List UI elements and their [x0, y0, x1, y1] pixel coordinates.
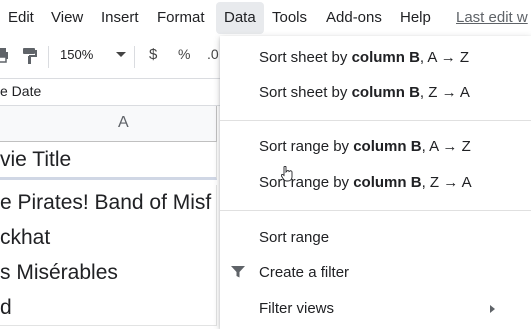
- create-filter-item[interactable]: Create a filter: [259, 264, 349, 281]
- print-icon[interactable]: [0, 47, 10, 66]
- paint-format-icon[interactable]: [22, 47, 38, 68]
- decrease-decimal-button[interactable]: .0: [207, 46, 219, 62]
- cell[interactable]: s Misérables: [0, 261, 118, 285]
- sort-range-az-item[interactable]: Sort range by column B, A → Z: [259, 138, 471, 155]
- menu-insert[interactable]: Insert: [101, 9, 139, 26]
- menu-add-ons[interactable]: Add-ons: [326, 9, 382, 26]
- cell[interactable]: ckhat: [0, 226, 50, 250]
- item-label-suffix: , A → Z: [421, 138, 471, 155]
- table-row[interactable]: ckhat: [0, 220, 217, 256]
- menu-bar: Edit View Insert Format Data Tools Add-o…: [0, 0, 531, 36]
- formula-bar-text: e Date: [0, 83, 42, 99]
- chevron-right-icon: [490, 305, 495, 313]
- table-row[interactable]: s Misérables: [0, 255, 217, 291]
- item-label-bold: column B: [351, 84, 420, 101]
- chevron-down-icon[interactable]: [116, 52, 126, 57]
- item-label-suffix: , A → Z: [419, 49, 470, 66]
- table-row[interactable]: e Pirates! Band of Misf: [0, 185, 217, 221]
- cell[interactable]: vie Title: [0, 148, 71, 172]
- table-row[interactable]: vie Title: [0, 142, 217, 180]
- menu-tools[interactable]: Tools: [272, 9, 307, 26]
- column-letter: A: [118, 114, 129, 131]
- item-label-bold: column B: [353, 174, 422, 191]
- menu-view[interactable]: View: [51, 9, 83, 26]
- zoom-select[interactable]: 150%: [60, 47, 93, 62]
- percent-format-button[interactable]: %: [178, 46, 190, 62]
- item-label-suffix: , Z → A: [419, 84, 470, 101]
- last-edit-link[interactable]: Last edit w: [456, 9, 528, 26]
- cell[interactable]: e Pirates! Band of Misf: [0, 191, 211, 215]
- sort-sheet-za-item[interactable]: Sort sheet by column B, Z → A: [259, 84, 470, 101]
- currency-format-button[interactable]: $: [149, 46, 157, 63]
- toolbar-divider: [134, 46, 135, 68]
- sort-range-item[interactable]: Sort range: [259, 229, 329, 246]
- cell[interactable]: d: [0, 296, 12, 320]
- filter-icon: [230, 265, 246, 284]
- item-label: Sort sheet by: [259, 49, 352, 66]
- menu-divider: [220, 210, 531, 211]
- filter-views-item[interactable]: Filter views: [259, 300, 334, 317]
- item-label-bold: column B: [351, 49, 420, 66]
- menu-help[interactable]: Help: [400, 9, 431, 26]
- pointer-cursor-icon: [280, 165, 293, 187]
- item-label: Sort range by: [259, 138, 354, 155]
- toolbar-divider: [48, 46, 49, 68]
- item-label-bold: column B: [353, 138, 422, 155]
- menu-data[interactable]: Data: [216, 2, 264, 34]
- sort-sheet-az-item[interactable]: Sort sheet by column B, A → Z: [259, 49, 469, 66]
- table-row[interactable]: d: [0, 290, 217, 326]
- menu-divider: [220, 120, 531, 121]
- data-menu-dropdown: Sort sheet by column B, A → Z Sort sheet…: [220, 36, 531, 329]
- sheet-grid: vie Title e Pirates! Band of Misf ckhat …: [0, 142, 217, 329]
- item-label: Sort sheet by: [259, 84, 352, 101]
- item-label: Sort range by: [259, 174, 354, 191]
- column-header-a[interactable]: A: [0, 106, 217, 142]
- menu-format[interactable]: Format: [157, 9, 205, 26]
- item-label-suffix: , Z → A: [421, 174, 472, 191]
- menu-edit[interactable]: Edit: [8, 9, 34, 26]
